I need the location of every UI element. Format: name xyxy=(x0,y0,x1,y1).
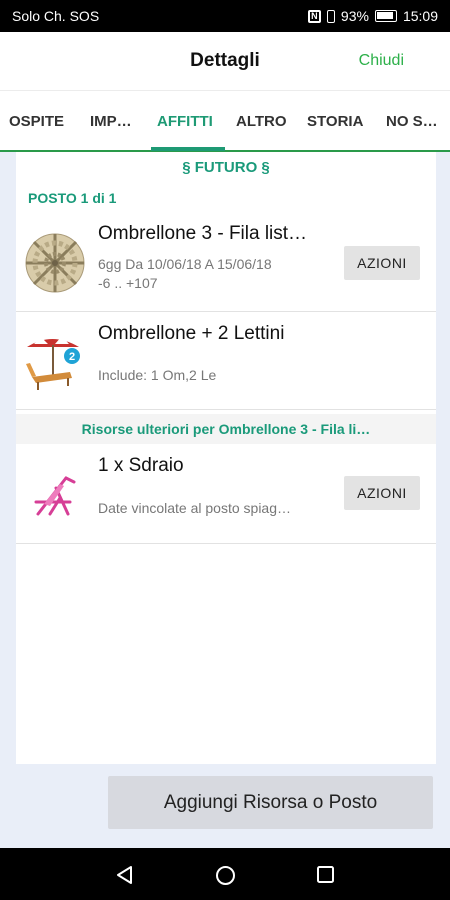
count-badge: 2 xyxy=(69,351,75,363)
section-title: § FUTURO § xyxy=(182,159,270,176)
list-item[interactable]: 2 Ombrellone + 2 Lettini Include: 1 Om,2… xyxy=(16,312,436,410)
page-title: Dettagli xyxy=(190,50,260,71)
item-note: Date vincolate al posto spiag… xyxy=(98,500,291,516)
status-icons: N 93% 15:09 xyxy=(307,8,438,24)
tab-importi[interactable]: IMP… xyxy=(90,113,132,130)
actions-button[interactable]: AZIONI xyxy=(344,246,420,280)
battery-icon xyxy=(374,10,397,22)
rentals-panel: § FUTURO § POSTO 1 di 1 Ombrellone 3 - F… xyxy=(16,152,436,764)
close-button[interactable]: Chiudi xyxy=(359,52,404,70)
back-icon[interactable] xyxy=(114,865,136,885)
umbrella-top-icon xyxy=(25,233,85,293)
posto-label: POSTO 1 di 1 xyxy=(28,190,117,206)
resources-header: Risorse ulteriori per Ombrellone 3 - Fil… xyxy=(16,414,436,444)
item-name: 1 x Sdraio xyxy=(98,455,184,476)
tab-altro[interactable]: ALTRO xyxy=(236,113,287,130)
battery-percent: 93% xyxy=(340,8,369,24)
system-nav-bar xyxy=(0,848,450,900)
nfc-icon: N xyxy=(307,9,321,23)
vibrate-icon xyxy=(326,9,335,23)
deck-chair-icon xyxy=(34,476,76,516)
item-includes: Include: 1 Om,2 Le xyxy=(98,367,217,383)
item-range: -6 .. +107 xyxy=(98,275,158,291)
recents-icon[interactable] xyxy=(316,865,335,884)
add-resource-button[interactable]: Aggiungi Risorsa o Posto xyxy=(108,776,433,829)
item-name: Ombrellone 3 - Fila list… xyxy=(98,223,308,244)
list-item[interactable]: Ombrellone 3 - Fila list… 6gg Da 10/06/1… xyxy=(16,210,436,312)
item-dates: 6gg Da 10/06/18 A 15/06/18 xyxy=(98,256,272,272)
status-time: 15:09 xyxy=(402,8,438,24)
carrier-label: Solo Ch. SOS xyxy=(12,8,100,24)
tab-storia[interactable]: STORIA xyxy=(307,113,363,130)
active-tab-indicator xyxy=(151,147,225,151)
list-item[interactable]: 1 x Sdraio Date vincolate al posto spiag… xyxy=(16,444,436,544)
home-icon[interactable] xyxy=(215,865,236,886)
item-name: Ombrellone + 2 Lettini xyxy=(98,323,285,344)
header: Dettagli Chiudi xyxy=(0,32,450,90)
tab-bar: OSPITE IMP… AFFITTI ALTRO STORIA NO S… xyxy=(0,90,450,152)
actions-button[interactable]: AZIONI xyxy=(344,476,420,510)
tab-ospite[interactable]: OSPITE xyxy=(9,113,64,130)
umbrella-lounger-icon: 2 xyxy=(26,336,80,390)
tab-note[interactable]: NO S… xyxy=(386,113,438,130)
status-bar: Solo Ch. SOS N 93% 15:09 xyxy=(0,0,450,32)
tab-affitti[interactable]: AFFITTI xyxy=(157,113,213,130)
